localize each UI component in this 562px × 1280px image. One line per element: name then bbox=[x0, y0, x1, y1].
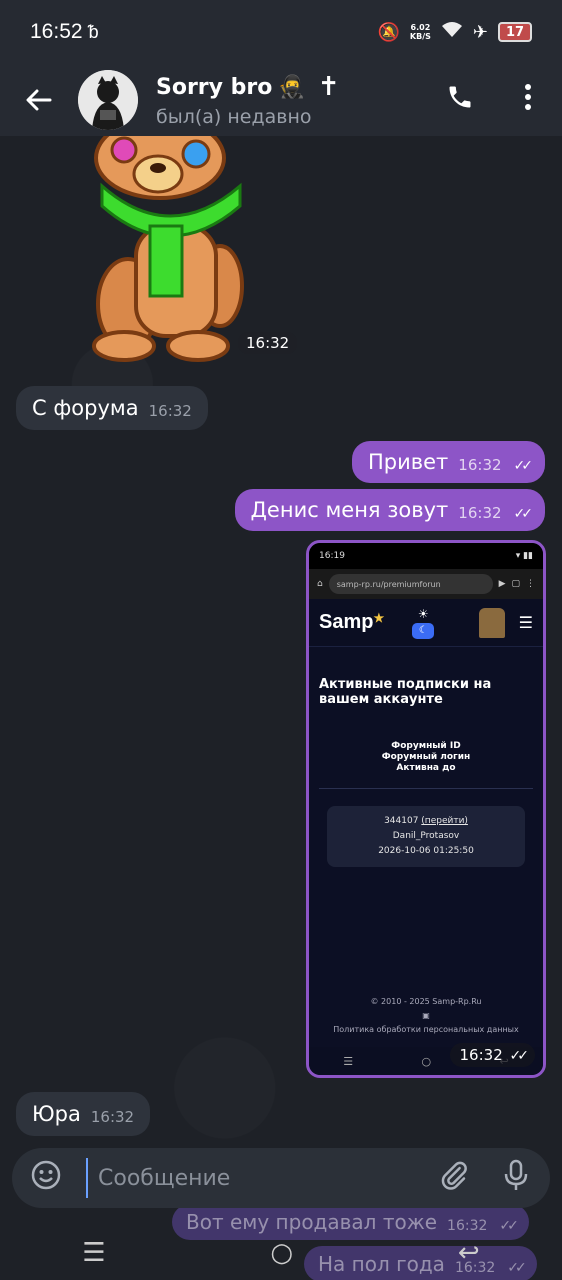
hamburger-icon: ☰ bbox=[518, 613, 533, 632]
footer-copyright: © 2010 - 2025 Samp-Rp.Ru bbox=[370, 997, 482, 1006]
microphone-icon bbox=[503, 1159, 529, 1198]
status-icons: 🔕 6.02 KB/S ✈ 17 bbox=[377, 21, 532, 44]
screenshot-body: Активные подписки на вашем аккаунте Фору… bbox=[309, 677, 543, 1037]
app-notification-icon: ᵬ bbox=[88, 21, 99, 43]
recent-apps-icon: ☰ bbox=[343, 1054, 354, 1068]
incoming-message[interactable]: С форума 16:32 bbox=[16, 386, 208, 430]
call-button[interactable] bbox=[426, 64, 494, 136]
emoji-icon bbox=[30, 1159, 62, 1198]
network-speed: 6.02 KB/S bbox=[410, 23, 431, 41]
divider bbox=[319, 788, 533, 789]
net-speed-unit: KB/S bbox=[409, 32, 431, 41]
status-bar: 16:52 ᵬ 🔕 6.02 KB/S ✈ 17 bbox=[0, 0, 562, 64]
field-label: Форумный ID bbox=[391, 741, 461, 751]
chat-title-box[interactable]: Sorry bro 🥷 ✝ был(а) недавно bbox=[156, 72, 340, 128]
id-link: (перейти) bbox=[421, 816, 468, 826]
avatar[interactable] bbox=[78, 70, 138, 130]
teddy-bear-sticker bbox=[92, 116, 244, 362]
message-input[interactable] bbox=[86, 1158, 434, 1198]
site-footer: © 2010 - 2025 Samp-Rp.Ru ▣ Политика обра… bbox=[319, 995, 533, 1037]
active-until-value: 2026-10-06 01:25:50 bbox=[378, 846, 474, 856]
screenshot-status-icons: ▾ ▮▮ bbox=[515, 551, 533, 561]
voice-button[interactable] bbox=[496, 1158, 536, 1198]
footer-privacy: Политика обработки персональных данных bbox=[333, 1025, 519, 1034]
screenshot-site-nav: Samp★ ☀ ☾ ☰ bbox=[309, 599, 543, 647]
system-nav-bar: ☰ ○ ↩ bbox=[0, 1226, 562, 1280]
screenshot-status-bar: 16:19 ▾ ▮▮ bbox=[309, 543, 543, 569]
theme-switch: ☀ ☾ bbox=[412, 606, 435, 639]
screenshot-url-bar: ⌂ samp-rp.ru/premiumforun ▶ ▢ ⋮ bbox=[309, 569, 543, 599]
message-time: 16:32 bbox=[458, 456, 502, 474]
home-circle-icon: ○ bbox=[421, 1054, 432, 1068]
subscription-fields: Форумный ID Форумный логин Активна до bbox=[319, 741, 533, 774]
url-field: samp-rp.ru/premiumforun bbox=[328, 574, 493, 594]
message-text: Денис меня зовут bbox=[250, 498, 449, 522]
home-button[interactable]: ○ bbox=[270, 1238, 293, 1268]
tabs-icon: ▢ bbox=[511, 579, 520, 589]
footer-icon: ▣ bbox=[422, 1011, 430, 1020]
wifi-icon bbox=[441, 21, 463, 44]
arrow-left-icon bbox=[26, 81, 52, 119]
double-check-icon: ✓✓ bbox=[513, 506, 534, 522]
field-label: Активна до bbox=[396, 763, 456, 773]
menu-dots-icon: ⋮ bbox=[526, 579, 535, 589]
screenshot-time: 16:19 bbox=[319, 551, 345, 561]
incoming-message[interactable]: Юра 16:32 bbox=[16, 1092, 151, 1136]
star-icon: ★ bbox=[373, 611, 385, 625]
double-check-icon: ✓✓ bbox=[509, 1048, 530, 1064]
paperclip-icon bbox=[439, 1160, 469, 1197]
message-text: Юра bbox=[32, 1102, 81, 1126]
attach-button[interactable] bbox=[434, 1158, 474, 1198]
ninja-emoji-icon: 🥷 bbox=[278, 74, 306, 100]
message-composer bbox=[12, 1148, 550, 1208]
more-options-button[interactable] bbox=[494, 64, 562, 136]
sticker-message[interactable] bbox=[80, 116, 260, 364]
subscriptions-heading: Активные подписки на вашем аккаунте bbox=[319, 677, 492, 707]
site-logo-text: Samp bbox=[319, 611, 374, 633]
cross-icon: ✝ bbox=[317, 72, 340, 102]
chat-header: Sorry bro 🥷 ✝ был(а) недавно bbox=[0, 64, 562, 136]
message-text: С форума bbox=[32, 396, 139, 420]
play-icon: ▶ bbox=[498, 579, 506, 589]
message-time: 16:32 bbox=[90, 1108, 135, 1126]
image-time-text: 16:32 bbox=[459, 1046, 503, 1064]
airplane-icon: ✈ bbox=[472, 21, 488, 43]
net-speed-value: 6.02 bbox=[410, 23, 431, 32]
url-text: samp-rp.ru/premiumforun bbox=[336, 579, 441, 589]
last-seen: был(а) недавно bbox=[156, 106, 312, 128]
image-time: 16:32 ✓✓ bbox=[449, 1043, 535, 1067]
chat-name: Sorry bro bbox=[156, 74, 273, 100]
moon-icon: ☾ bbox=[412, 622, 435, 639]
login-value: Danil_Protasov bbox=[392, 831, 460, 841]
site-logo: Samp★ bbox=[319, 611, 384, 634]
outgoing-message[interactable]: Привет 16:32 ✓✓ bbox=[351, 441, 545, 483]
emoji-button[interactable] bbox=[26, 1158, 66, 1198]
home-icon: ⌂ bbox=[317, 579, 323, 589]
sun-icon: ☀ bbox=[417, 606, 429, 621]
header-actions bbox=[426, 64, 562, 136]
back-button[interactable] bbox=[0, 64, 78, 136]
kebab-menu-icon bbox=[524, 83, 532, 117]
chat-title: Sorry bro 🥷 ✝ bbox=[156, 72, 340, 102]
id-value: 344107 bbox=[384, 816, 419, 826]
user-avatar bbox=[478, 607, 505, 638]
field-label: Форумный логин bbox=[381, 752, 471, 762]
recent-apps-button[interactable]: ☰ bbox=[82, 1238, 105, 1268]
image-message[interactable]: 16:19 ▾ ▮▮ ⌂ samp-rp.ru/premiumforun ▶ ▢… bbox=[306, 540, 546, 1078]
id-row: 344107 (перейти) bbox=[331, 814, 521, 829]
sticker-time: 16:32 bbox=[238, 332, 298, 354]
double-check-icon: ✓✓ bbox=[513, 458, 534, 474]
subscription-card: 344107 (перейти) Danil_Protasov 2026-10-… bbox=[327, 806, 525, 867]
outgoing-message[interactable]: Денис меня зовут 16:32 ✓✓ bbox=[234, 489, 545, 531]
battery-indicator: 17 bbox=[498, 22, 532, 42]
message-text: Привет bbox=[367, 450, 449, 474]
status-time: 16:52 bbox=[30, 20, 83, 43]
message-time: 16:32 bbox=[458, 504, 502, 522]
message-time: 16:32 bbox=[148, 402, 192, 420]
phone-icon bbox=[446, 83, 474, 118]
back-nav-button[interactable]: ↩ bbox=[458, 1238, 480, 1268]
mute-icon: 🔕 bbox=[377, 21, 400, 43]
